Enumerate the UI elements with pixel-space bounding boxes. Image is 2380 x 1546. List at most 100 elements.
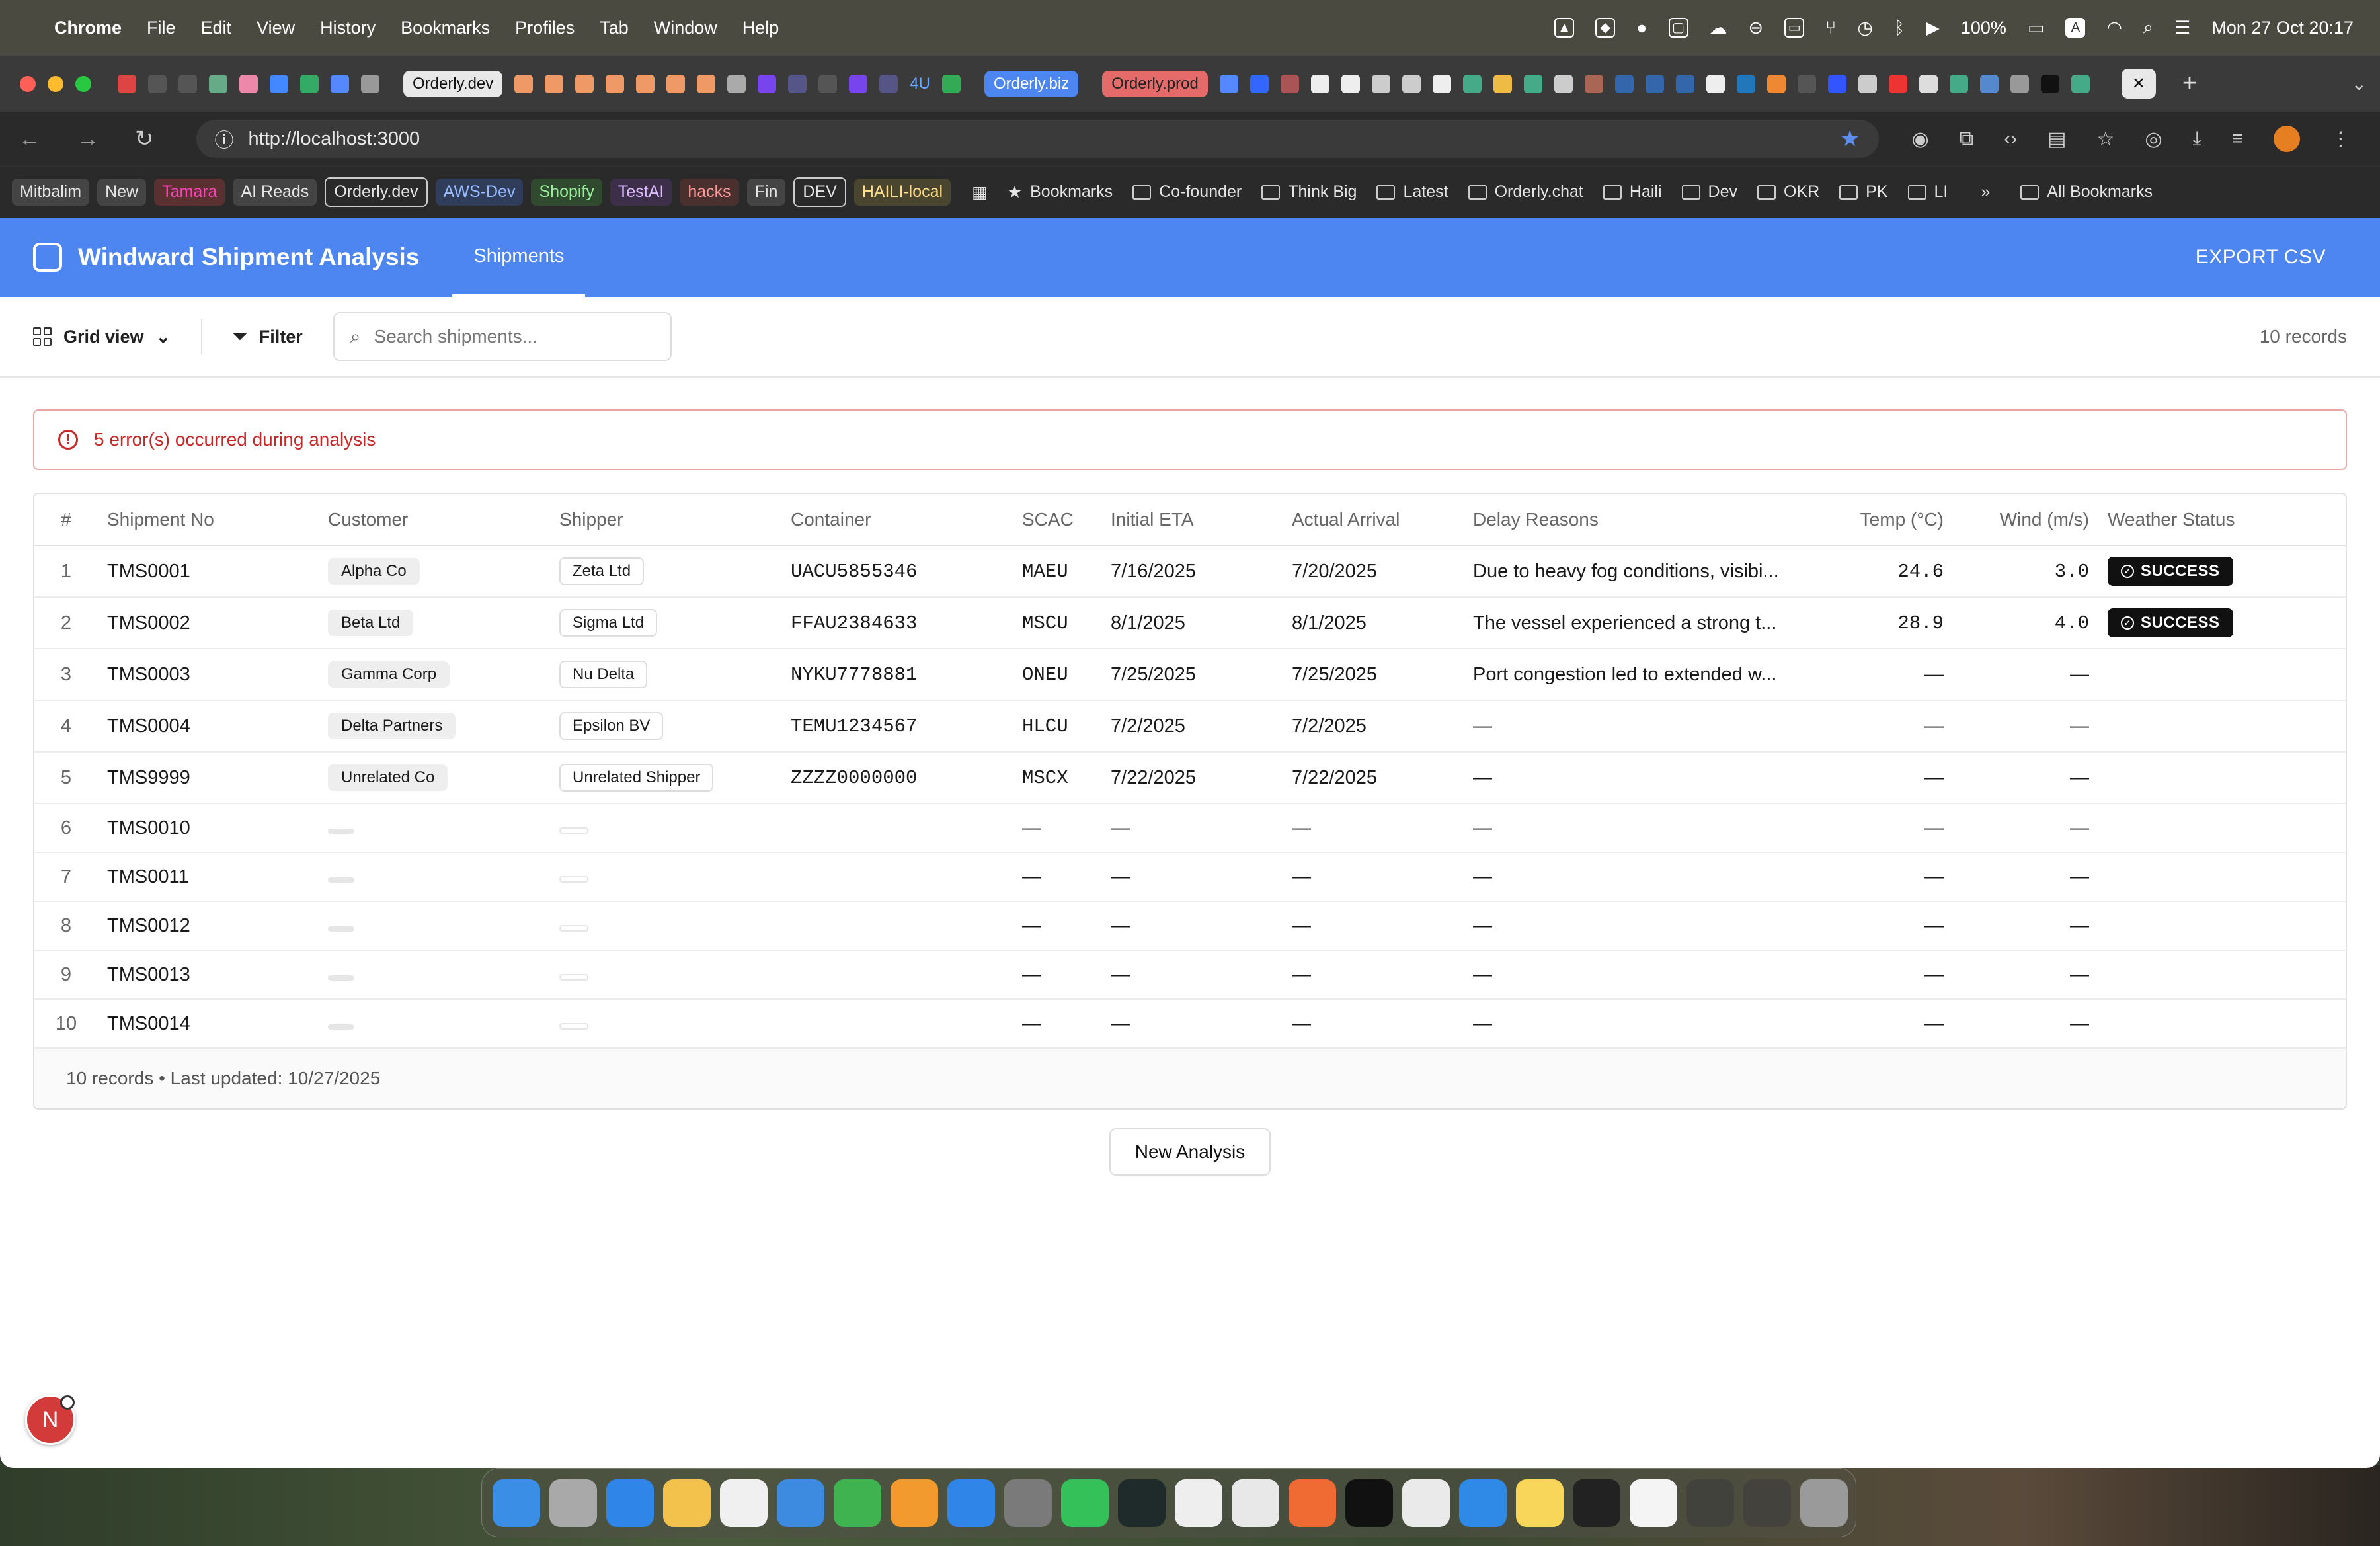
control-center-icon[interactable]: ☰ (2174, 18, 2190, 38)
apps-grid-icon[interactable]: ▦ (972, 183, 988, 202)
column-header[interactable]: Shipper (559, 494, 791, 546)
tab-github-icon[interactable] (1402, 74, 1421, 93)
photos-icon[interactable] (663, 1479, 711, 1527)
chatgpt-icon[interactable] (1402, 1479, 1450, 1527)
activity-monitor-icon[interactable] (1118, 1479, 1166, 1527)
document-icon[interactable] (1630, 1479, 1677, 1527)
grid-view-button[interactable]: Grid view ⌄ (33, 327, 171, 347)
tab-favicon[interactable] (545, 74, 564, 93)
status-clock-icon[interactable]: ◷ (1857, 18, 1873, 38)
devtools-icon[interactable]: ‹› (2004, 128, 2017, 150)
menu-tab[interactable]: Tab (600, 18, 629, 38)
notes-icon[interactable] (1516, 1479, 1564, 1527)
column-header[interactable]: Delay Reasons (1473, 494, 1833, 546)
postman-icon[interactable] (1289, 1479, 1336, 1527)
table-row[interactable]: 7 TMS0011 — — — — — — (34, 852, 2346, 902)
status-play-icon[interactable]: ▶ (1926, 18, 1940, 38)
tab-google-icon[interactable] (1949, 74, 1968, 93)
tab-facebook-icon[interactable] (1250, 74, 1269, 93)
menu-history[interactable]: History (320, 18, 376, 38)
tab-favicon[interactable] (1493, 74, 1512, 93)
chrome-menu-icon[interactable]: ⋮ (2330, 128, 2350, 151)
tab-favicon[interactable] (575, 74, 594, 93)
bookmark-item[interactable]: AI Reads (233, 179, 317, 206)
table-row[interactable]: 8 TMS0012 — — — — — — (34, 901, 2346, 951)
textedit-icon[interactable] (1175, 1479, 1222, 1527)
tab-favicon[interactable] (666, 74, 686, 93)
tab-shipments[interactable]: Shipments (452, 218, 586, 297)
input-source-icon[interactable]: A (2065, 18, 2086, 38)
tab-orderly-dev[interactable]: Orderly.dev (403, 70, 503, 97)
chrome-icon[interactable] (1232, 1479, 1279, 1527)
filter-button[interactable]: ⏷ Filter (233, 326, 303, 347)
bookmark-star-icon[interactable]: ★ (1840, 126, 1860, 152)
menu-file[interactable]: File (147, 18, 176, 38)
tab-favicon[interactable] (1310, 74, 1329, 93)
battery-icon[interactable]: ▭ (2028, 18, 2045, 38)
status-keyboard-icon[interactable]: ▭ (1784, 18, 1805, 38)
shipment-no[interactable]: TMS0014 (98, 999, 328, 1049)
tab-favicon[interactable] (209, 74, 227, 93)
bookmark-item[interactable]: New (97, 179, 147, 206)
reader-icon[interactable]: ▤ (2047, 128, 2066, 151)
bookmark-folder[interactable]: Dev (1681, 183, 1737, 202)
finder-icon[interactable] (493, 1479, 540, 1527)
minimize-window-button[interactable] (48, 75, 63, 92)
tab-favicon[interactable] (1584, 74, 1603, 93)
battery-percent[interactable]: 100% (1961, 18, 2006, 38)
column-header[interactable]: Customer (328, 494, 559, 546)
status-cube-icon[interactable]: ◆ (1595, 18, 1616, 38)
bluetooth-icon[interactable]: ᛒ (1894, 18, 1905, 38)
bookmark-item[interactable]: Shopify (531, 179, 602, 206)
status-drop-icon[interactable]: ● (1636, 18, 1647, 38)
status-app-icon[interactable]: ▲ (1554, 18, 1575, 38)
shipment-no[interactable]: TMS0013 (98, 950, 328, 1000)
shipment-no[interactable]: TMS0002 (98, 597, 328, 649)
tab-favicon[interactable] (606, 74, 625, 93)
new-tab-button[interactable]: + (2182, 69, 2197, 98)
tab-favicon[interactable] (636, 74, 655, 93)
column-header[interactable]: Shipment No (98, 494, 328, 546)
more-bookmarks-chevron[interactable]: » (1981, 183, 1990, 202)
tab-favicon[interactable] (300, 74, 319, 93)
menu-app-name[interactable]: Chrome (54, 18, 122, 38)
bookmark-item[interactable]: DEV (793, 177, 846, 207)
dev-tools-badge[interactable]: N (25, 1395, 75, 1445)
shipment-no[interactable]: TMS9999 (98, 752, 328, 804)
status-fork-icon[interactable]: ⑂ (1825, 18, 1836, 38)
tab-github-icon[interactable] (1371, 74, 1390, 93)
menu-edit[interactable]: Edit (201, 18, 232, 38)
menu-bookmarks[interactable]: Bookmarks (401, 18, 490, 38)
extensions-puzzle-icon[interactable]: ⧉ (1960, 128, 1973, 150)
search-box[interactable]: ⌕ (333, 312, 672, 361)
close-tab-icon[interactable]: ✕ (2132, 74, 2145, 93)
table-row[interactable]: 3 TMS0003 Gamma Corp Nu Delta NYKU777888… (34, 649, 2346, 701)
column-header[interactable]: Actual Arrival (1292, 494, 1473, 546)
bookmark-folder[interactable]: Haili (1603, 183, 1662, 202)
tab-favicon[interactable] (239, 74, 258, 93)
tab-search-icon[interactable]: ⌄ (2352, 73, 2367, 95)
bookmark-item[interactable]: AWS-Dev (435, 179, 524, 206)
tab-favicon[interactable] (697, 74, 716, 93)
url-bar[interactable]: ⓘ http://localhost:3000 ★ (196, 120, 1879, 158)
tab-favicon[interactable] (758, 74, 777, 93)
tab-gmail-icon[interactable] (118, 74, 136, 93)
close-window-button[interactable] (20, 75, 36, 92)
tab-favicon[interactable] (1766, 74, 1786, 93)
back-arrow-icon[interactable]: ← (19, 126, 41, 152)
shipment-no[interactable]: TMS0001 (98, 546, 328, 598)
profile-avatar[interactable] (2274, 126, 2301, 152)
pages-icon[interactable] (891, 1479, 938, 1527)
column-header[interactable]: SCAC (1022, 494, 1111, 546)
tab-favicon[interactable] (1645, 74, 1664, 93)
status-weather-icon[interactable]: ☁ (1710, 18, 1727, 38)
column-header[interactable]: Container (791, 494, 1022, 546)
bookmark-folder[interactable]: Orderly.chat (1468, 183, 1583, 202)
bookmark-item[interactable]: Mitbalim (12, 179, 90, 206)
tab-youtube-icon[interactable] (1888, 74, 1907, 93)
tab-google-icon[interactable] (2071, 74, 2090, 93)
spotlight-search-icon[interactable]: ⌕ (2143, 17, 2153, 38)
search-input[interactable] (374, 326, 654, 347)
tab-orderly-prod[interactable]: Orderly.prod (1102, 70, 1208, 97)
menu-profiles[interactable]: Profiles (515, 18, 575, 38)
